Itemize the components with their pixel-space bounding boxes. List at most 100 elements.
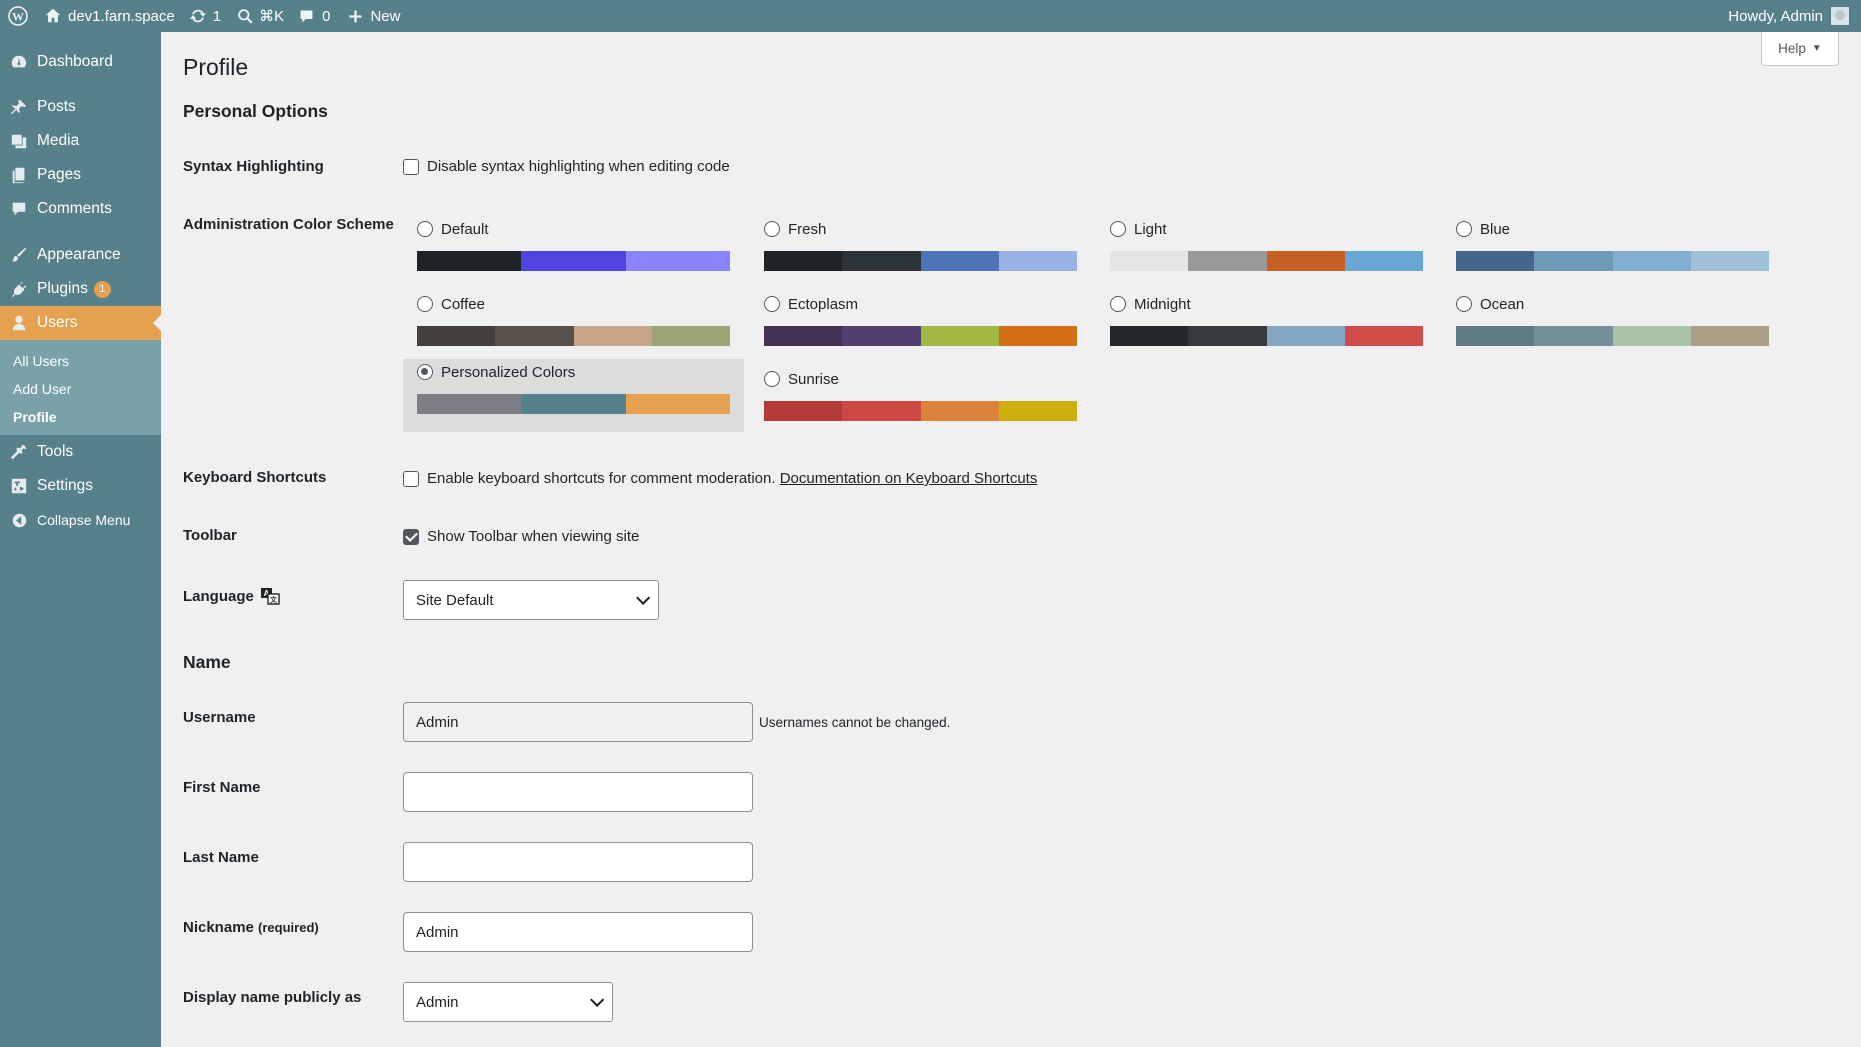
- keyboard-shortcuts-checkbox[interactable]: [403, 471, 419, 487]
- menu-item-tools[interactable]: Tools: [0, 435, 161, 469]
- svg-text:W: W: [12, 10, 24, 24]
- last-name-field[interactable]: [403, 842, 753, 882]
- personal-options-heading: Personal Options: [183, 101, 328, 121]
- username-value: Admin: [416, 713, 459, 731]
- scheme-swatches: [1456, 326, 1769, 346]
- comments-link[interactable]: 0: [294, 0, 340, 32]
- color-scheme-label: Administration Color Scheme: [183, 216, 394, 233]
- nickname-field[interactable]: Admin: [403, 912, 753, 952]
- menu-label-tools: Tools: [37, 443, 74, 460]
- syntax-highlighting-label: Syntax Highlighting: [183, 158, 324, 175]
- menu-item-pages[interactable]: Pages: [0, 158, 161, 192]
- menu-item-dashboard[interactable]: Dashboard: [0, 45, 161, 79]
- my-account-link[interactable]: Howdy, Admin: [1718, 0, 1861, 32]
- user-icon: [9, 313, 29, 333]
- toolbar-label: Toolbar: [183, 527, 237, 544]
- updates-count: 1: [212, 7, 222, 25]
- menu-item-appearance[interactable]: Appearance: [0, 238, 161, 272]
- radio[interactable]: [1456, 221, 1472, 237]
- scheme-swatches: [1110, 326, 1423, 346]
- chevron-down-icon: [636, 590, 651, 605]
- scheme-label: Midnight: [1134, 296, 1191, 313]
- scheme-swatches: [1110, 251, 1423, 271]
- update-icon: [189, 9, 206, 23]
- submenu-add-user[interactable]: Add User: [13, 381, 71, 397]
- color-scheme-personalized[interactable]: Personalized Colors: [403, 359, 744, 432]
- toolbar-checkbox[interactable]: [403, 529, 419, 545]
- admin-sidebar: Dashboard Posts Media Pages Comments App…: [0, 32, 161, 1047]
- site-name-link[interactable]: dev1.farn.space: [38, 0, 185, 32]
- language-label: Language A文: [183, 587, 280, 605]
- menu-item-settings[interactable]: Settings: [0, 469, 161, 503]
- scheme-swatches: [764, 401, 1077, 421]
- plugin-icon: [9, 279, 29, 299]
- menu-item-users[interactable]: Users: [0, 306, 161, 340]
- menu-item-plugins[interactable]: Plugins 1: [0, 272, 161, 306]
- radio[interactable]: [764, 296, 780, 312]
- color-scheme-default[interactable]: Default: [403, 214, 730, 286]
- language-select[interactable]: Site Default: [403, 580, 659, 620]
- keyboard-shortcuts-doc-link[interactable]: Documentation on Keyboard Shortcuts: [780, 470, 1038, 487]
- username-field[interactable]: Admin: [403, 702, 753, 742]
- color-scheme-midnight[interactable]: Midnight: [1096, 289, 1423, 361]
- translation-icon: A文: [260, 588, 280, 605]
- color-scheme-sunrise[interactable]: Sunrise: [750, 364, 1077, 436]
- scheme-label: Ectoplasm: [788, 296, 859, 313]
- color-scheme-ectoplasm[interactable]: Ectoplasm: [750, 289, 1077, 361]
- menu-item-media[interactable]: Media: [0, 124, 161, 158]
- display-name-select[interactable]: Admin: [403, 982, 613, 1022]
- wordpress-logo-icon[interactable]: W: [0, 0, 38, 32]
- submenu-all-users[interactable]: All Users: [13, 353, 69, 369]
- scheme-label: Blue: [1480, 221, 1511, 238]
- radio[interactable]: [764, 371, 780, 387]
- color-scheme-coffee[interactable]: Coffee: [403, 289, 730, 361]
- menu-item-collapse[interactable]: Collapse Menu: [0, 503, 161, 537]
- radio[interactable]: [1110, 221, 1126, 237]
- menu-label-media: Media: [37, 132, 80, 149]
- pages-icon: [9, 165, 29, 185]
- radio[interactable]: [1456, 296, 1472, 312]
- menu-label-plugins: Plugins: [37, 280, 88, 297]
- comments-count: 0: [322, 7, 331, 25]
- help-button[interactable]: Help ▼: [1761, 32, 1839, 66]
- language-label-text: Language: [183, 587, 254, 605]
- home-icon: [45, 8, 61, 23]
- syntax-highlighting-checkbox[interactable]: [403, 159, 419, 175]
- scheme-label: Personalized Colors: [441, 364, 576, 381]
- first-name-field[interactable]: [403, 772, 753, 812]
- brush-icon: [9, 245, 29, 265]
- new-label: New: [370, 7, 401, 25]
- radio[interactable]: [764, 221, 780, 237]
- collapse-icon: [9, 510, 29, 530]
- site-name: dev1.farn.space: [68, 7, 175, 25]
- scheme-swatches: [417, 394, 730, 414]
- color-scheme-blue[interactable]: Blue: [1442, 214, 1769, 286]
- radio[interactable]: [417, 221, 433, 237]
- menu-label-users: Users: [37, 314, 78, 331]
- scheme-label: Light: [1134, 221, 1167, 238]
- admin-toolbar: W dev1.farn.space 1 ⌘K 0 New Howdy, Admi…: [0, 0, 1861, 32]
- display-name-value: Admin: [416, 993, 459, 1011]
- new-content-link[interactable]: New: [340, 0, 410, 32]
- svg-text:文: 文: [270, 595, 278, 604]
- color-scheme-fresh[interactable]: Fresh: [750, 214, 1077, 286]
- submenu-profile[interactable]: Profile: [13, 409, 57, 425]
- comment-icon: [300, 10, 313, 22]
- color-scheme-light[interactable]: Light: [1096, 214, 1423, 286]
- menu-item-comments[interactable]: Comments: [0, 192, 161, 226]
- updates-link[interactable]: 1: [185, 0, 231, 32]
- radio[interactable]: [417, 296, 433, 312]
- color-scheme-ocean[interactable]: Ocean: [1442, 289, 1769, 361]
- scheme-swatches: [764, 251, 1077, 271]
- toolbar-text: Show Toolbar when viewing site: [427, 528, 640, 545]
- settings-icon: [9, 476, 29, 496]
- howdy-text: Howdy, Admin: [1728, 7, 1823, 25]
- radio[interactable]: [1110, 296, 1126, 312]
- radio[interactable]: [417, 364, 433, 380]
- keyboard-shortcuts-label: Keyboard Shortcuts: [183, 469, 327, 486]
- keyboard-shortcuts-text: Enable keyboard shortcuts for comment mo…: [427, 470, 1037, 487]
- command-palette-link[interactable]: ⌘K: [231, 0, 294, 32]
- plugins-update-badge: 1: [93, 280, 111, 298]
- display-name-label: Display name publicly as: [183, 989, 362, 1006]
- menu-item-posts[interactable]: Posts: [0, 90, 161, 124]
